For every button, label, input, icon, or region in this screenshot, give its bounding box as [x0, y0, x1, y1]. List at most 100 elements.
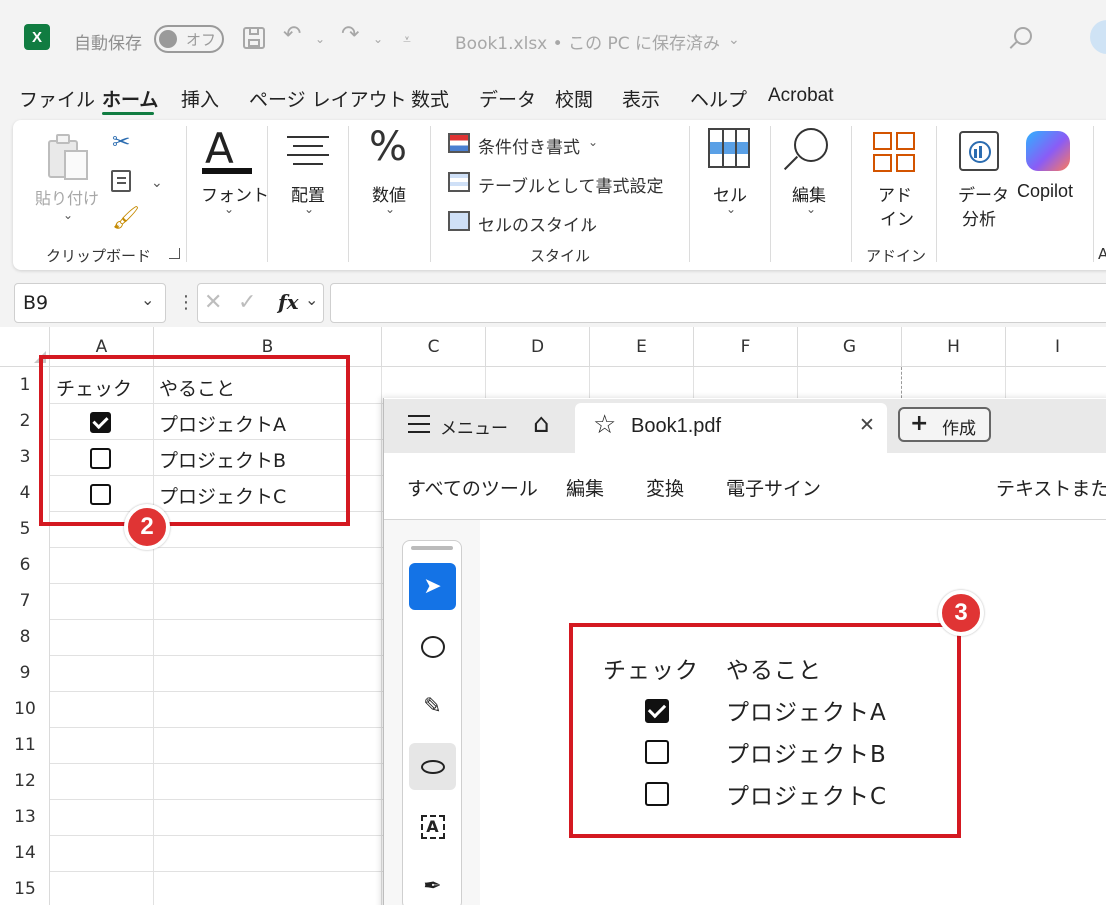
- copy-dropdown-icon[interactable]: ⌄: [151, 175, 163, 191]
- number-dropdown-icon[interactable]: ⌄: [385, 202, 395, 216]
- convert-button[interactable]: 変換: [646, 474, 684, 501]
- editing-dropdown-icon[interactable]: ⌄: [806, 202, 816, 216]
- font-label[interactable]: フォント: [201, 181, 269, 206]
- star-icon[interactable]: ☆: [593, 410, 616, 440]
- addins-icon[interactable]: [873, 132, 915, 172]
- row-header[interactable]: 12: [0, 763, 50, 799]
- acrobat-tab-title[interactable]: Book1.pdf: [631, 415, 721, 438]
- draw-tool-icon[interactable]: [409, 743, 456, 790]
- percent-icon[interactable]: %: [369, 124, 407, 170]
- tab-acrobat[interactable]: Acrobat: [768, 85, 833, 107]
- cut-icon[interactable]: ✂: [112, 130, 130, 155]
- close-tab-icon[interactable]: ✕: [859, 414, 875, 436]
- sign-tool-icon[interactable]: ✒: [409, 863, 456, 905]
- column-header-e[interactable]: E: [590, 327, 694, 367]
- cancel-icon[interactable]: ✕: [204, 290, 222, 315]
- document-title[interactable]: Book1.xlsx • この PC に保存済み: [455, 29, 720, 54]
- tab-insert[interactable]: 挿入: [181, 85, 219, 112]
- text-tool-icon[interactable]: A: [409, 803, 456, 850]
- redo-icon[interactable]: ↷: [341, 22, 359, 47]
- column-header-h[interactable]: H: [902, 327, 1006, 367]
- cell-style-dropdown-icon[interactable]: ⌄: [584, 213, 594, 227]
- font-icon[interactable]: A: [205, 124, 234, 173]
- more-options-icon[interactable]: ⋮: [177, 292, 195, 313]
- data-analysis-icon[interactable]: [959, 131, 999, 171]
- alignment-dropdown-icon[interactable]: ⌄: [304, 202, 314, 216]
- cell-style-icon[interactable]: [448, 211, 470, 231]
- tab-file[interactable]: ファイル: [19, 85, 95, 112]
- rail-grip[interactable]: [411, 546, 453, 550]
- addins-label-line1[interactable]: アド: [878, 181, 912, 206]
- enter-icon[interactable]: ✓: [238, 290, 256, 315]
- e-sign-button[interactable]: 電子サイン: [726, 474, 821, 501]
- row-header[interactable]: 8: [0, 619, 50, 655]
- row-header[interactable]: 7: [0, 583, 50, 619]
- conditional-format-button[interactable]: 条件付き書式: [478, 133, 580, 158]
- customize-icon[interactable]: ⩡: [403, 32, 411, 48]
- row-header[interactable]: 11: [0, 727, 50, 763]
- addins-label-line2[interactable]: イン: [880, 205, 914, 230]
- row-header[interactable]: 10: [0, 691, 50, 727]
- comment-tool-icon[interactable]: [409, 623, 456, 670]
- tab-data[interactable]: データ: [479, 85, 536, 112]
- format-painter-icon[interactable]: 🖌: [112, 206, 140, 231]
- name-box[interactable]: B9 ⌄: [14, 283, 166, 323]
- undo-dropdown-icon[interactable]: ⌄: [315, 32, 325, 46]
- acrobat-menu-label[interactable]: メニュー: [440, 414, 508, 439]
- name-box-dropdown-icon[interactable]: ⌄: [141, 290, 154, 309]
- paste-icon[interactable]: [48, 134, 90, 180]
- column-header-d[interactable]: D: [486, 327, 590, 367]
- table-format-icon[interactable]: [448, 172, 470, 192]
- editing-search-icon[interactable]: [783, 128, 828, 171]
- home-icon[interactable]: ⌂: [533, 409, 550, 439]
- save-icon[interactable]: [243, 27, 265, 49]
- autosave-toggle[interactable]: オフ: [154, 25, 224, 53]
- cells-dropdown-icon[interactable]: ⌄: [726, 202, 736, 216]
- conditional-format-dropdown-icon[interactable]: ⌄: [588, 135, 598, 149]
- paste-dropdown-icon[interactable]: ⌄: [63, 208, 73, 222]
- select-tool-icon[interactable]: ➤: [409, 563, 456, 610]
- data-analysis-label-line2[interactable]: 分析: [962, 205, 996, 230]
- conditional-format-icon[interactable]: [448, 133, 470, 153]
- table-format-button[interactable]: テーブルとして書式設定: [478, 172, 663, 197]
- copilot-icon[interactable]: [1026, 131, 1070, 171]
- font-dropdown-icon[interactable]: ⌄: [224, 202, 234, 216]
- title-dropdown-icon[interactable]: ⌄: [728, 32, 740, 48]
- row-header[interactable]: 6: [0, 547, 50, 583]
- search-icon[interactable]: [1009, 27, 1032, 49]
- insert-function-icon[interactable]: fx: [278, 290, 299, 314]
- row-header[interactable]: 14: [0, 835, 50, 871]
- cells-icon[interactable]: [708, 128, 750, 168]
- column-header-g[interactable]: G: [798, 327, 902, 367]
- clipboard-launcher-icon[interactable]: [169, 248, 180, 259]
- tab-view[interactable]: 表示: [622, 85, 660, 112]
- alignment-icon[interactable]: [287, 136, 329, 165]
- all-tools-button[interactable]: すべてのツール: [407, 474, 538, 501]
- cell-style-button[interactable]: セルのスタイル: [478, 211, 597, 236]
- hamburger-menu-icon[interactable]: [408, 415, 430, 433]
- table-format-dropdown-icon[interactable]: ⌄: [653, 174, 663, 188]
- tab-home[interactable]: ホーム: [102, 85, 158, 112]
- highlight-tool-icon[interactable]: ✎: [409, 683, 456, 730]
- paste-label[interactable]: 貼り付け: [35, 185, 99, 209]
- copy-icon[interactable]: [111, 170, 131, 192]
- column-header-f[interactable]: F: [694, 327, 798, 367]
- formula-input[interactable]: [330, 283, 1106, 323]
- tab-help[interactable]: ヘルプ: [690, 85, 747, 112]
- copilot-label[interactable]: Copilot: [1017, 181, 1073, 202]
- edit-button[interactable]: 編集: [566, 474, 604, 501]
- row-header[interactable]: 13: [0, 799, 50, 835]
- fx-dropdown-icon[interactable]: ⌄: [305, 290, 318, 309]
- column-header-i[interactable]: I: [1006, 327, 1106, 367]
- data-analysis-label-line1[interactable]: データ: [958, 181, 1009, 206]
- tab-review[interactable]: 校閲: [555, 85, 593, 112]
- column-header-c[interactable]: C: [382, 327, 486, 367]
- tab-formulas[interactable]: 数式: [411, 85, 449, 112]
- undo-icon[interactable]: ↶: [283, 22, 301, 47]
- row-header[interactable]: 15: [0, 871, 50, 905]
- acrobat-active-tab[interactable]: [575, 403, 887, 453]
- search-text-field[interactable]: テキストまたに: [996, 474, 1106, 501]
- create-button[interactable]: + 作成: [898, 407, 991, 442]
- row-header[interactable]: 9: [0, 655, 50, 691]
- redo-dropdown-icon[interactable]: ⌄: [373, 32, 383, 46]
